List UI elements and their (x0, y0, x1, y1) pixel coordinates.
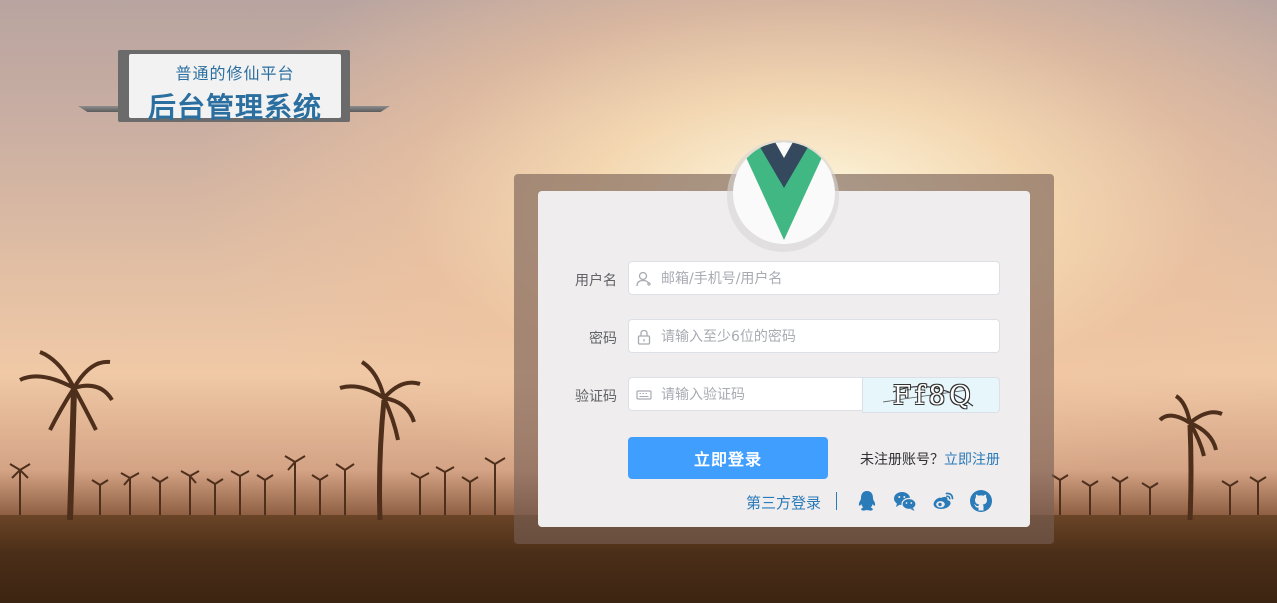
username-label: 用户名 (575, 273, 617, 289)
banner-subtitle: 普通的修仙平台 (175, 64, 295, 83)
username-field[interactable] (628, 261, 1000, 296)
lock-icon (637, 329, 651, 345)
wechat-icon[interactable] (893, 489, 917, 513)
site-banner: 普通的修仙平台 后台管理系统 (78, 48, 390, 126)
vue-logo-icon (739, 142, 829, 240)
third-party-login-label: 第三方登录 (746, 494, 822, 512)
register-link[interactable]: 立即注册 (944, 452, 1000, 468)
qq-icon[interactable] (855, 489, 879, 513)
captcha-label: 验证码 (575, 389, 617, 405)
captcha-text: Ff8Q (893, 381, 975, 411)
password-field[interactable] (628, 319, 1000, 354)
password-label: 密码 (589, 331, 617, 347)
banner-plate: 普通的修仙平台 后台管理系统 (129, 54, 341, 124)
captcha-image[interactable]: Ff8Q (862, 377, 1000, 413)
username-input[interactable] (659, 262, 963, 296)
register-prompt: 未注册账号？ (860, 452, 944, 468)
weibo-icon[interactable] (931, 489, 955, 513)
register-prompt-row: 未注册账号？立即注册 (860, 449, 1000, 469)
login-button[interactable]: 立即登录 (628, 437, 828, 479)
captcha-field[interactable] (628, 377, 864, 412)
third-party-divider (836, 492, 837, 510)
password-input[interactable] (659, 320, 963, 354)
user-icon (636, 271, 651, 287)
banner-title: 后台管理系统 (147, 91, 322, 124)
keyboard-icon (636, 390, 652, 400)
vue-logo (733, 142, 835, 244)
captcha-input[interactable] (659, 378, 863, 412)
github-icon[interactable] (969, 489, 993, 513)
